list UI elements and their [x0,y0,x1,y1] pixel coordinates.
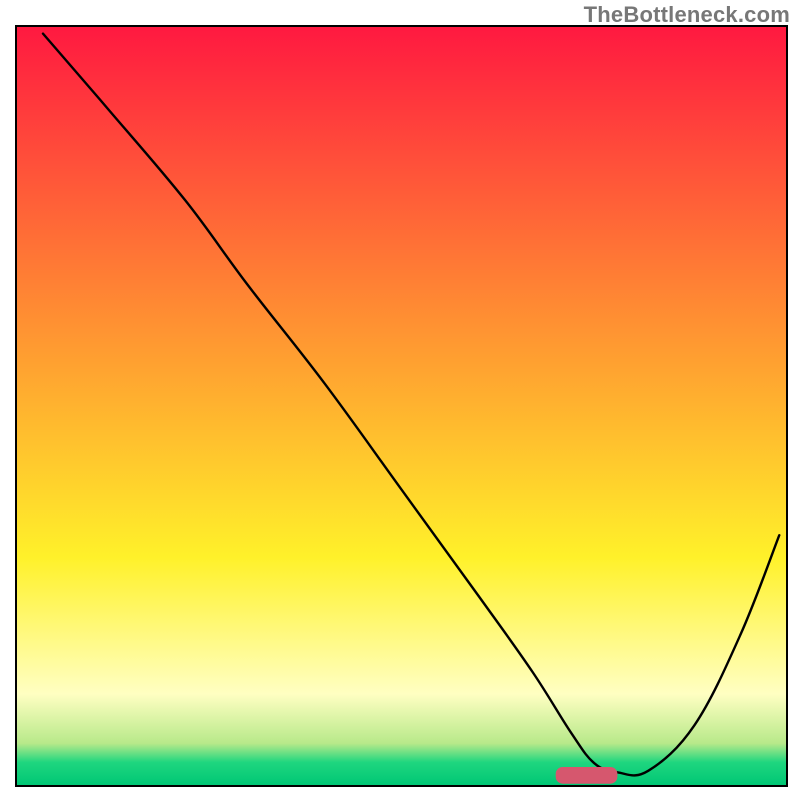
bottleneck-chart [0,0,800,800]
plot-area [16,26,787,786]
chart-stage: TheBottleneck.com [0,0,800,800]
gradient-background [17,27,786,785]
target-highlight-marker [556,767,618,784]
